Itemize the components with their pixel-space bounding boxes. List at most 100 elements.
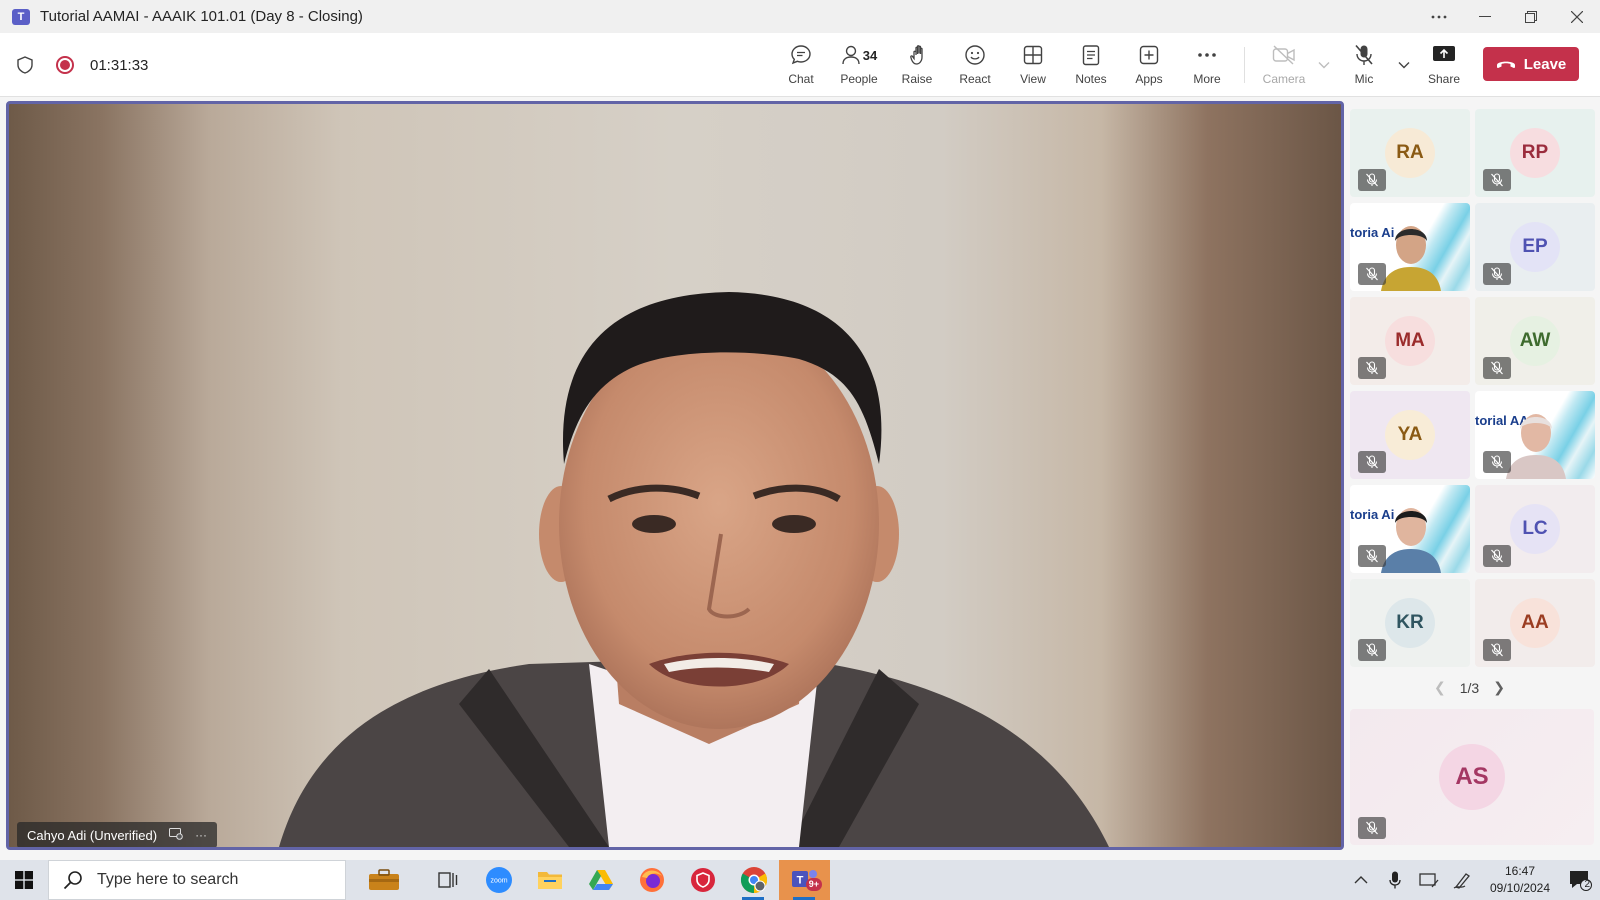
ellipsis-icon (1197, 44, 1217, 66)
mic-muted-icon (1483, 639, 1511, 661)
taskbar-briefcase-icon[interactable] (346, 860, 422, 900)
close-button[interactable] (1554, 0, 1600, 33)
security-app-icon[interactable] (677, 860, 728, 900)
mic-muted-icon (1358, 357, 1386, 379)
main-video-stage[interactable]: Cahyo Adi (Unverified) ··· (6, 101, 1344, 850)
restore-button[interactable] (1508, 0, 1554, 33)
mic-muted-icon (1358, 639, 1386, 661)
apps-button[interactable]: Apps (1120, 33, 1178, 97)
mic-muted-icon (1483, 451, 1511, 473)
view-label: View (1020, 72, 1046, 86)
window-more-icon[interactable] (1416, 0, 1462, 33)
mic-muted-icon (1358, 263, 1386, 285)
react-label: React (959, 72, 991, 86)
mic-label: Mic (1354, 72, 1374, 86)
taskbar-clock[interactable]: 16:47 09/10/2024 (1480, 863, 1560, 897)
apps-label: Apps (1135, 72, 1163, 86)
participant-video-feed (1376, 213, 1446, 291)
shield-icon[interactable] (14, 54, 36, 76)
react-button[interactable]: React (946, 33, 1004, 97)
task-view-icon[interactable] (422, 860, 473, 900)
participant-avatar: RP (1510, 128, 1560, 178)
google-drive-icon[interactable] (575, 860, 626, 900)
raise-hand-button[interactable]: Raise (888, 33, 946, 97)
speaker-more-options[interactable]: ··· (195, 828, 207, 842)
svg-text:zoom: zoom (490, 878, 507, 885)
mic-muted-icon (1483, 357, 1511, 379)
windows-start-icon[interactable] (0, 860, 48, 900)
participant-tile-aa[interactable]: AA (1475, 579, 1595, 667)
participant-avatar: MA (1385, 316, 1435, 366)
participant-video-tile[interactable]: toria Ai (1350, 485, 1470, 573)
window-title: Tutorial AAMAI - AAAIK 101.01 (Day 8 - C… (40, 8, 363, 25)
toolbar-divider (1244, 47, 1245, 83)
share-button[interactable]: Share (1415, 33, 1473, 97)
tray-pen-icon[interactable] (1446, 860, 1480, 900)
file-explorer-icon[interactable] (524, 860, 575, 900)
notes-icon (1082, 44, 1100, 66)
next-page-chevron-icon[interactable]: ❯ (1493, 679, 1505, 696)
participant-avatar: AW (1510, 316, 1560, 366)
camera-options-chevron-icon[interactable] (1313, 33, 1335, 97)
view-button[interactable]: View (1004, 33, 1062, 97)
participant-avatar: RA (1385, 128, 1435, 178)
zoom-app-icon[interactable]: zoom (473, 860, 524, 900)
speaker-name: Cahyo Adi (Unverified) (27, 827, 158, 843)
people-button[interactable]: 34 People (830, 33, 888, 97)
share-label: Share (1427, 72, 1461, 86)
notifications-icon[interactable]: 2 (1560, 860, 1600, 900)
teams-app-icon[interactable]: T 9+ (779, 860, 830, 900)
participant-avatar: YA (1385, 410, 1435, 460)
more-button[interactable]: More (1178, 33, 1236, 97)
participant-video-tile[interactable]: toria Ai (1350, 203, 1470, 291)
mic-options-chevron-icon[interactable] (1393, 33, 1415, 97)
participant-tile-ya[interactable]: YA (1350, 391, 1470, 479)
tray-network-icon[interactable] (1412, 860, 1446, 900)
participant-tile-ma[interactable]: MA (1350, 297, 1470, 385)
meeting-status: 01:31:33 (14, 33, 148, 97)
camera-label: Camera (1262, 72, 1306, 86)
participant-avatar: AA (1510, 598, 1560, 648)
chat-button[interactable]: Chat (772, 33, 830, 97)
participant-gallery: RA RP toria Ai EP MA AW YA torial AAM toria Ai LC… (1344, 101, 1600, 850)
taskbar-search-box[interactable]: Type here to search (48, 860, 346, 900)
leave-button[interactable]: Leave (1483, 47, 1579, 81)
people-count: 34 (862, 47, 878, 63)
participant-tile-aw[interactable]: AW (1475, 297, 1595, 385)
chrome-icon[interactable] (728, 860, 779, 900)
mic-button[interactable]: Mic (1335, 33, 1393, 97)
gallery-pager: ❮ 1/3 ❯ (1434, 679, 1505, 696)
speaker-screen-icon (169, 827, 183, 843)
notes-button[interactable]: Notes (1062, 33, 1120, 97)
firefox-icon[interactable] (626, 860, 677, 900)
windows-taskbar: Type here to search zoom T 9+ 16:47 09/1… (0, 860, 1600, 900)
participant-avatar: KR (1385, 598, 1435, 648)
more-label: More (1193, 72, 1221, 86)
speaker-name-tag: Cahyo Adi (Unverified) ··· (17, 822, 218, 847)
tray-microphone-icon[interactable] (1378, 860, 1412, 900)
mic-muted-icon (1483, 545, 1511, 567)
featured-participant-tile[interactable]: AS (1350, 709, 1594, 845)
participant-tile-rp[interactable]: RP (1475, 109, 1595, 197)
participant-tile-ep[interactable]: EP (1475, 203, 1595, 291)
tray-chevron-up-icon[interactable] (1344, 860, 1378, 900)
speaker-video (279, 292, 1109, 847)
participant-tile-kr[interactable]: KR (1350, 579, 1470, 667)
camera-button[interactable]: Camera (1255, 33, 1313, 97)
mic-muted-icon (1354, 44, 1374, 66)
participant-video-tile[interactable]: torial AAM (1475, 391, 1595, 479)
participant-avatar: EP (1510, 222, 1560, 272)
clock-date: 09/10/2024 (1489, 881, 1551, 895)
mic-muted-icon (1483, 169, 1511, 191)
participant-tile-lc[interactable]: LC (1475, 485, 1595, 573)
chat-label: Chat (788, 72, 814, 86)
people-label: People (840, 72, 878, 86)
hand-icon (907, 44, 927, 66)
minimize-button[interactable] (1462, 0, 1508, 33)
mic-muted-icon (1358, 451, 1386, 473)
search-placeholder: Type here to search (97, 871, 239, 888)
mic-muted-icon (1483, 263, 1511, 285)
participant-tile-ra[interactable]: RA (1350, 109, 1470, 197)
smiley-icon (964, 44, 986, 66)
previous-page-chevron-icon[interactable]: ❮ (1434, 679, 1446, 696)
